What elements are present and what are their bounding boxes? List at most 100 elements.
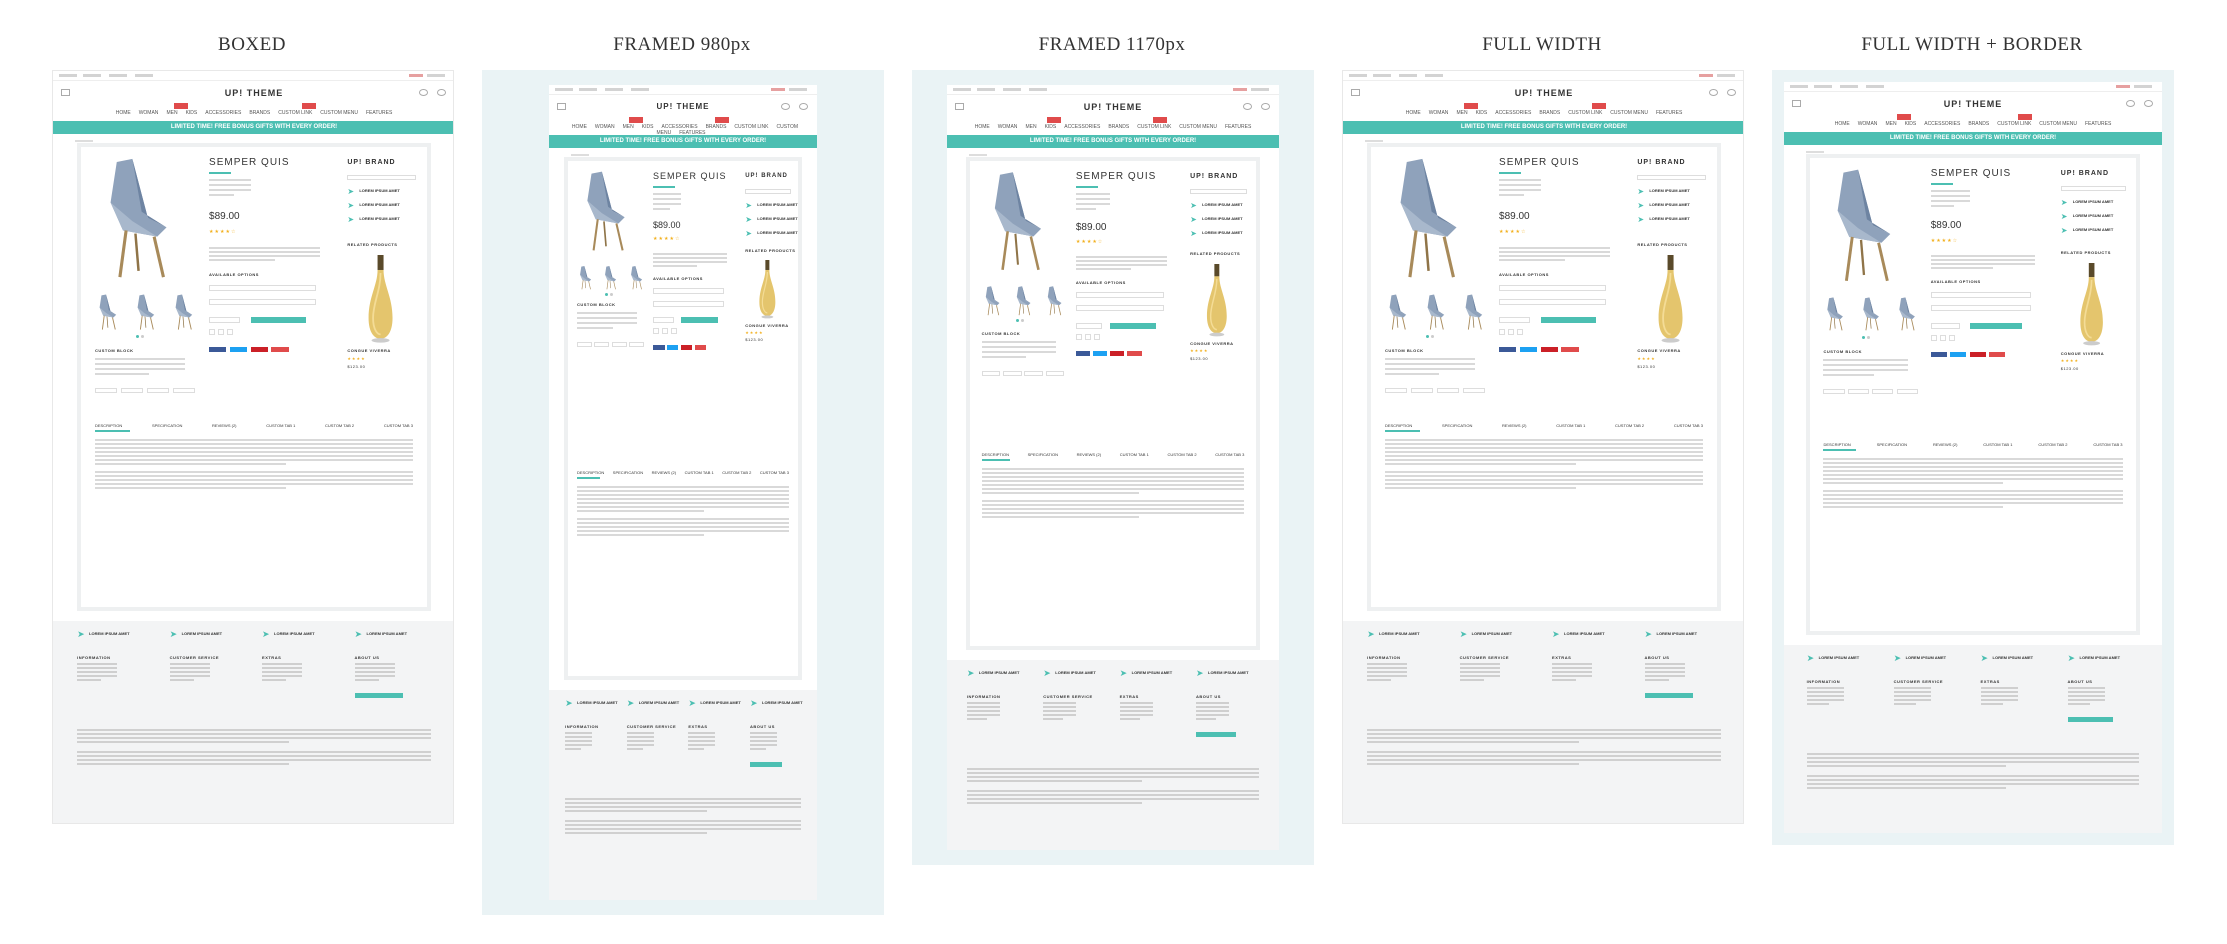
- store-logo[interactable]: UP! THEME: [1784, 99, 2162, 109]
- share-button[interactable]: [1950, 352, 1967, 357]
- tag-chip[interactable]: [1872, 388, 1894, 394]
- option-select[interactable]: [209, 299, 317, 305]
- nav-item[interactable]: CUSTOM LINK: [734, 124, 768, 130]
- product-thumbnail[interactable]: [1895, 296, 1921, 337]
- nav-item[interactable]: HOME: [1406, 110, 1421, 116]
- option-select[interactable]: [209, 285, 317, 291]
- related-product-image[interactable]: [1204, 263, 1230, 343]
- product-thumbnail[interactable]: [1423, 293, 1451, 336]
- share-button[interactable]: [1561, 347, 1579, 352]
- nav-item[interactable]: KIDS: [1905, 121, 1917, 127]
- product-thumbnail[interactable]: [982, 285, 1005, 321]
- tab[interactable]: CUSTOM TAB 1: [1556, 423, 1585, 428]
- nav-item[interactable]: FEATURES: [366, 110, 392, 116]
- promo-banner[interactable]: LIMITED TIME! FREE BONUS GIFTS WITH EVER…: [549, 135, 817, 148]
- tab[interactable]: CUSTOM TAB 3: [760, 470, 789, 475]
- add-to-cart-button[interactable]: [1969, 322, 2022, 329]
- product-thumbnail[interactable]: [602, 265, 620, 295]
- nav-item[interactable]: WOMAN: [1858, 121, 1878, 127]
- nav-item[interactable]: ACCESSORIES: [1924, 121, 1960, 127]
- share-button[interactable]: [1989, 352, 2006, 357]
- tag-chip[interactable]: [628, 341, 644, 347]
- wishlist-icon[interactable]: [671, 328, 678, 335]
- nav-item[interactable]: KIDS: [642, 124, 654, 130]
- tab[interactable]: SPECIFICATION: [152, 423, 182, 428]
- quantity-stepper[interactable]: [1499, 317, 1531, 323]
- option-select[interactable]: [1930, 305, 2032, 312]
- brand-link[interactable]: [347, 175, 417, 180]
- wishlist-icon[interactable]: [662, 328, 669, 335]
- nav-item[interactable]: MEN: [1885, 121, 1896, 127]
- nav-item[interactable]: CUSTOM LINK: [278, 110, 312, 116]
- share-button[interactable]: [1093, 351, 1108, 356]
- product-thumbnail[interactable]: [1823, 296, 1849, 337]
- option-select[interactable]: [653, 287, 725, 294]
- related-product-name[interactable]: CONGUE VIVERRA: [347, 348, 390, 353]
- tab[interactable]: SPECIFICATION: [1877, 442, 1907, 447]
- nav-item[interactable]: ACCESSORIES: [1064, 124, 1100, 130]
- nav-item[interactable]: CUSTOM MENU: [2039, 121, 2077, 127]
- tag-chip[interactable]: [1384, 388, 1408, 394]
- wishlist-icon[interactable]: [1075, 333, 1082, 340]
- tab[interactable]: CUSTOM TAB 3: [1674, 423, 1703, 428]
- tab[interactable]: CUSTOM TAB 2: [1615, 423, 1644, 428]
- wishlist-icon[interactable]: [653, 328, 660, 335]
- tag-chip[interactable]: [611, 341, 627, 347]
- option-select[interactable]: [1930, 291, 2032, 298]
- nav-item[interactable]: CUSTOM LINK: [1568, 110, 1602, 116]
- product-thumbnail[interactable]: [95, 293, 123, 336]
- share-button[interactable]: [1519, 347, 1538, 352]
- promo-banner[interactable]: LIMITED TIME! FREE BONUS GIFTS WITH EVER…: [53, 121, 453, 134]
- nav-item[interactable]: WOMAN: [1429, 110, 1449, 116]
- share-button[interactable]: [666, 345, 679, 350]
- product-image[interactable]: [577, 169, 639, 258]
- share-button[interactable]: [680, 345, 693, 350]
- carousel-dot[interactable]: [1015, 319, 1019, 323]
- related-product-name[interactable]: CONGUE VIVERRA: [1637, 348, 1680, 353]
- brand-link[interactable]: [1190, 189, 1248, 194]
- tab[interactable]: CUSTOM TAB 1: [1983, 442, 2012, 447]
- wishlist-icon[interactable]: [1093, 333, 1100, 340]
- quantity-stepper[interactable]: [209, 317, 241, 323]
- tab[interactable]: DESCRIPTION: [577, 470, 604, 475]
- tag-chip[interactable]: [146, 388, 170, 394]
- nav-item[interactable]: HOME: [975, 124, 990, 130]
- nav-item[interactable]: MEN: [623, 124, 634, 130]
- nav-item[interactable]: CUSTOM MENU: [1610, 110, 1648, 116]
- tab[interactable]: DESCRIPTION: [1385, 423, 1412, 428]
- product-thumbnail[interactable]: [1859, 296, 1885, 337]
- share-button[interactable]: [653, 345, 665, 350]
- share-button[interactable]: [1969, 352, 1986, 357]
- nav-item[interactable]: FEATURES: [2085, 121, 2111, 127]
- contact-button[interactable]: [1196, 731, 1236, 737]
- nav-item[interactable]: HOME: [116, 110, 131, 116]
- brand-link[interactable]: [1637, 175, 1707, 180]
- nav-item[interactable]: BRANDS: [706, 124, 727, 130]
- brand-link[interactable]: [2060, 186, 2126, 191]
- tab[interactable]: CUSTOM TAB 3: [384, 423, 413, 428]
- nav-item[interactable]: FEATURES: [1225, 124, 1251, 130]
- tab[interactable]: REVIEWS (2): [212, 423, 236, 428]
- wishlist-icon[interactable]: [1084, 333, 1091, 340]
- wishlist-icon[interactable]: [1930, 334, 1937, 341]
- store-logo[interactable]: UP! THEME: [947, 102, 1279, 112]
- promo-banner[interactable]: LIMITED TIME! FREE BONUS GIFTS WITH EVER…: [1784, 132, 2162, 145]
- tab[interactable]: DESCRIPTION: [95, 423, 122, 428]
- brand-name[interactable]: UP! BRAND: [1637, 159, 1685, 166]
- add-to-cart-button[interactable]: [1540, 317, 1596, 323]
- share-button[interactable]: [1499, 347, 1517, 352]
- tab[interactable]: DESCRIPTION: [982, 452, 1009, 457]
- share-button[interactable]: [209, 347, 227, 352]
- related-product-image[interactable]: [365, 255, 396, 350]
- share-button[interactable]: [1110, 351, 1125, 356]
- tag-chip[interactable]: [1823, 388, 1845, 394]
- wishlist-icon[interactable]: [1939, 334, 1946, 341]
- add-to-cart-button[interactable]: [680, 317, 718, 324]
- product-image[interactable]: [982, 169, 1059, 278]
- nav-item[interactable]: CUSTOM MENU: [1179, 124, 1217, 130]
- wishlist-icon[interactable]: [1517, 329, 1524, 335]
- product-thumbnail[interactable]: [1013, 285, 1036, 321]
- tab[interactable]: CUSTOM TAB 1: [266, 423, 295, 428]
- brand-name[interactable]: UP! BRAND: [2061, 170, 2109, 177]
- nav-item[interactable]: MEN: [1025, 124, 1036, 130]
